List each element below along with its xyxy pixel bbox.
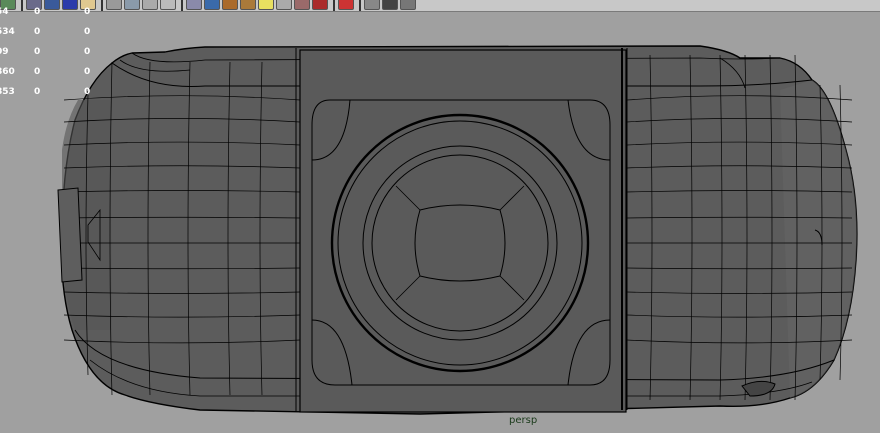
toolbar-separator	[181, 0, 183, 11]
toolbar-separator	[101, 0, 103, 11]
hud-row: 54 0 0	[0, 2, 100, 22]
shelf-toolbar	[0, 0, 880, 12]
isolate-select-icon[interactable]	[312, 0, 328, 10]
hud-value-a: 0	[34, 67, 41, 77]
poly-count-hud: 54 0 0 534 0 0 09 0 0 860 0 0 853 0 0	[0, 2, 100, 102]
toolbar-separator	[359, 0, 361, 11]
viewport-panel[interactable]	[0, 12, 880, 433]
hud-value-b: 0	[84, 47, 91, 57]
side-button	[57, 187, 83, 283]
snap-together-icon[interactable]	[124, 0, 140, 10]
hud-row: 853 0 0	[0, 82, 100, 102]
hud-value-b: 0	[84, 7, 91, 17]
hud-value-a: 0	[34, 87, 41, 97]
lighting-icon[interactable]	[240, 0, 256, 10]
hud-row: 09 0 0	[0, 42, 100, 62]
film-gate-icon[interactable]	[382, 0, 398, 10]
shaded-cube-icon[interactable]	[204, 0, 220, 10]
grid-icon[interactable]	[106, 0, 122, 10]
outliner-icon[interactable]	[142, 0, 158, 10]
camera-gate-icon[interactable]	[338, 0, 354, 10]
shadow-icon[interactable]	[276, 0, 292, 10]
hud-value-b: 0	[84, 67, 91, 77]
back-panel	[299, 49, 627, 413]
textured-cube-icon[interactable]	[222, 0, 238, 10]
hud-value-name: 09	[0, 47, 9, 57]
camera-label: persp	[509, 415, 538, 426]
light-bulb-icon[interactable]	[258, 0, 274, 10]
hud-row: 534 0 0	[0, 22, 100, 42]
settings-gear-icon[interactable]	[400, 0, 416, 10]
hud-value-name: 54	[0, 7, 9, 17]
xray-icon[interactable]	[294, 0, 310, 10]
hud-value-b: 0	[84, 27, 91, 37]
hud-value-name: 534	[0, 27, 15, 37]
hud-value-b: 0	[84, 87, 91, 97]
hud-value-a: 0	[34, 47, 41, 57]
graph-editor-icon[interactable]	[160, 0, 176, 10]
hud-row: 860 0 0	[0, 62, 100, 82]
wireframe-cube-icon[interactable]	[186, 0, 202, 10]
hud-value-a: 0	[34, 27, 41, 37]
hud-value-a: 0	[34, 7, 41, 17]
mesh-wireframe	[57, 45, 858, 415]
hud-value-name: 860	[0, 67, 15, 77]
toolbar-separator	[333, 0, 335, 11]
hud-value-name: 853	[0, 87, 15, 97]
wire-shaded-icon[interactable]	[364, 0, 380, 10]
